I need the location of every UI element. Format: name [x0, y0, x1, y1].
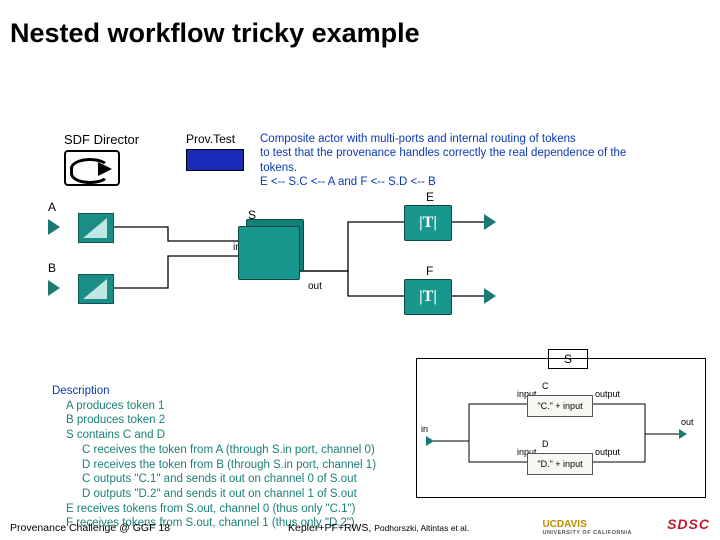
label-f: F — [426, 264, 433, 278]
composite-line3: E <-- S.C <-- A and F <-- S.D <-- B — [260, 176, 436, 188]
label-a: A — [48, 200, 56, 214]
composite-line1: Composite actor with multi-ports and int… — [260, 133, 576, 145]
sub-d-expr: "D." + input — [527, 453, 593, 475]
prov-test-box — [186, 149, 244, 171]
footer-mid: Kepler+PF+RWS, Podhorszki, Altintas et a… — [288, 522, 469, 534]
description-block: Description A produces token 1 B produce… — [52, 384, 376, 531]
slide: Nested workflow tricky example SDF Direc… — [0, 0, 720, 540]
composite-description: Composite actor with multi-ports and int… — [260, 132, 640, 190]
prov-test-actor: Prov.Test — [186, 132, 244, 171]
actor-e-display: |T| — [404, 205, 452, 241]
ucdavis-subtext: UNIVERSITY OF CALIFORNIA — [542, 530, 632, 536]
label-s-out: out — [308, 281, 322, 292]
input-port-a — [48, 219, 60, 235]
sub-s-box: in C input output "C." + input D input o… — [416, 358, 706, 498]
output-port-e — [484, 214, 496, 230]
sub-in-label: in — [421, 424, 428, 434]
sub-c-expr: "C." + input — [527, 395, 593, 417]
description-header: Description — [52, 385, 110, 397]
actor-b-ramp — [78, 274, 114, 304]
page-title: Nested workflow tricky example — [10, 18, 420, 49]
desc-l7: D outputs "D.2" and sends it out on chan… — [82, 487, 376, 502]
input-port-b — [48, 280, 60, 296]
output-port-f — [484, 288, 496, 304]
megaphone-icon — [64, 150, 120, 186]
director-label: SDF Director — [64, 132, 139, 147]
desc-l8: E receives tokens from S.out, channel 0 … — [66, 502, 376, 517]
actor-a-ramp — [78, 213, 114, 243]
actor-f-display: |T| — [404, 279, 452, 315]
footer-mid-auth: Podhorszki, Altintas et al. — [374, 523, 469, 533]
label-b: B — [48, 261, 56, 275]
desc-l1: A produces token 1 — [66, 399, 376, 414]
sub-in-port — [426, 436, 434, 446]
desc-l6: C outputs "C.1" and sends it out on chan… — [82, 472, 376, 487]
workflow-canvas: A B S in out E |T| F |T| — [48, 196, 568, 346]
sub-d-label: D — [542, 439, 549, 449]
label-e: E — [426, 190, 434, 204]
actor-s — [238, 226, 300, 280]
sub-d-output: output — [595, 447, 620, 457]
ucdavis-text: UCDAVIS — [542, 519, 586, 530]
desc-l2: B produces token 2 — [66, 413, 376, 428]
composite-line2: to test that the provenance handles corr… — [260, 147, 626, 173]
actor-s-front — [238, 226, 300, 280]
ucdavis-logo: UCDAVIS UNIVERSITY OF CALIFORNIA — [542, 519, 632, 536]
sub-c-label: C — [542, 381, 549, 391]
desc-l4: C receives the token from A (through S.i… — [82, 443, 376, 458]
sub-s-wires — [417, 359, 705, 497]
sub-out-label: out — [681, 417, 694, 427]
footer-left: Provenance Challenge @ GGF 18 — [10, 522, 170, 534]
prov-test-label: Prov.Test — [186, 132, 244, 146]
footer-mid-main: Kepler+PF+RWS, — [288, 522, 374, 534]
sdf-director: SDF Director — [64, 132, 139, 186]
desc-l5: D receives the token from B (through S.i… — [82, 458, 376, 473]
sdsc-logo: SDSC — [667, 516, 710, 532]
sub-c-output: output — [595, 389, 620, 399]
sub-out-port — [679, 429, 687, 439]
desc-l3: S contains C and D — [66, 428, 376, 443]
